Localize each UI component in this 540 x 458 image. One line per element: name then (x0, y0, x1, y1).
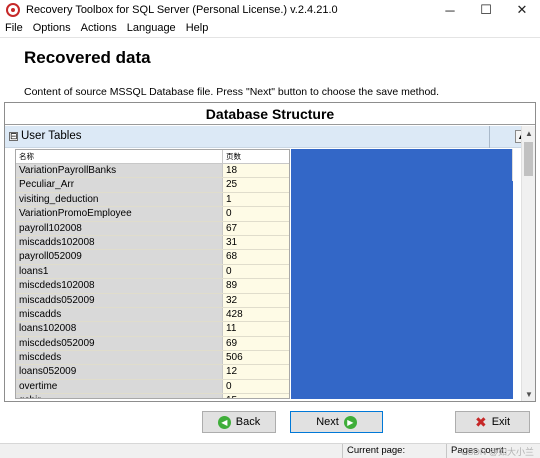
table-name-cell[interactable]: miscdeds102008 (16, 279, 223, 293)
minimize-button[interactable]: ─ (432, 0, 468, 20)
page-count-cell[interactable]: 506 (223, 351, 289, 365)
exit-button[interactable]: ✖ Exit (455, 411, 530, 433)
menu-help[interactable]: Help (181, 22, 214, 34)
table-name-cell[interactable]: payroll102008 (16, 221, 223, 235)
scroll-thumb[interactable] (524, 142, 533, 176)
panel-title: Database Structure (5, 103, 535, 125)
table-name-cell[interactable]: miscadds (16, 307, 223, 322)
back-arrow-icon: ◀ (217, 415, 231, 429)
grid-body: VariationPayrollBanks 18 Peculiar_Arr 25 vis… (16, 164, 289, 398)
page-title: Recovered data (24, 48, 151, 67)
table-row[interactable]: loans1 0 (16, 264, 289, 280)
table-row[interactable]: loans052009 12 (16, 365, 289, 380)
close-button[interactable]: ✕ (504, 0, 540, 20)
scroll-down-icon[interactable]: ▼ (522, 387, 536, 401)
table-name-cell[interactable]: visiting_deduction (16, 192, 223, 207)
table-row[interactable]: Peculiar_Arr 25 (16, 178, 289, 193)
page-description: Content of source MSSQL Database file. P… (24, 86, 440, 98)
database-structure-panel: Database Structure ⊟ User Tables ▲ 名称 页数… (4, 102, 536, 402)
table-row[interactable]: visiting_deduction 1 (16, 192, 289, 208)
table-row[interactable]: loans102008 11 (16, 322, 289, 337)
table-name-cell[interactable]: payroll052009 (16, 250, 223, 264)
table-row[interactable]: payroll052009 68 (16, 250, 289, 265)
back-button[interactable]: ◀ Back (202, 411, 276, 433)
inner-scrollbar[interactable] (512, 149, 513, 181)
page-count-cell[interactable]: 89 (223, 279, 289, 293)
expander-minus-icon[interactable]: ⊟ (9, 131, 18, 141)
table-row[interactable]: payroll102008 67 (16, 221, 289, 236)
group-divider (489, 126, 490, 148)
group-label[interactable]: ⊟ User Tables (9, 130, 82, 142)
column-header-pages[interactable]: 页数 (223, 150, 289, 163)
column-header-name[interactable]: 名称 (16, 150, 223, 163)
menu-file[interactable]: File (0, 22, 28, 34)
table-area: 名称 页数 VariationPayrollBanks 18 Peculiar_Ar… (15, 149, 513, 399)
menu-bar: File Options Actions Language Help (0, 20, 540, 36)
current-page-status: Current page: (342, 444, 445, 458)
table-row[interactable]: miscadds102008 31 (16, 235, 289, 251)
page-count-cell[interactable]: 68 (223, 250, 289, 264)
grid-header: 名称 页数 (16, 150, 289, 164)
page-count-cell[interactable]: 15 (223, 394, 289, 398)
table-row[interactable]: miscdeds102008 89 (16, 279, 289, 294)
table-row[interactable]: miscadds 428 (16, 307, 289, 323)
table-name-cell[interactable]: loans052009 (16, 365, 223, 379)
window-controls: ─ ☐ ✕ (432, 0, 540, 20)
exit-x-icon: ✖ (474, 413, 487, 430)
page-count-cell[interactable]: 428 (223, 307, 289, 322)
next-arrow-icon: ▶ (343, 415, 357, 429)
next-button-label: Next (316, 416, 339, 428)
table-name-cell[interactable]: overtime (16, 379, 223, 394)
tables-grid[interactable]: 名称 页数 VariationPayrollBanks 18 Peculiar_Ar… (15, 149, 290, 399)
page-count-cell[interactable]: 31 (223, 235, 289, 250)
table-name-cell[interactable]: miscadds102008 (16, 235, 223, 250)
table-row[interactable]: miscdeds 506 (16, 351, 289, 366)
table-row[interactable]: gcbir15 (16, 394, 289, 398)
table-name-cell[interactable]: miscdeds (16, 351, 223, 365)
page-count-cell[interactable]: 11 (223, 322, 289, 336)
scroll-up-icon[interactable]: ▲ (522, 126, 536, 140)
title-bar: Recovery Toolbox for SQL Server (Persona… (0, 0, 540, 20)
table-name-cell[interactable]: miscadds052009 (16, 293, 223, 307)
page-count-cell[interactable]: 25 (223, 178, 289, 192)
table-row[interactable]: VariationPromoEmployee 0 (16, 207, 289, 222)
table-row[interactable]: overtime 0 (16, 379, 289, 395)
page-count-cell[interactable]: 12 (223, 365, 289, 379)
page-count-cell[interactable]: 69 (223, 336, 289, 351)
menu-actions[interactable]: Actions (76, 22, 122, 34)
group-label-text: User Tables (21, 130, 82, 142)
table-row[interactable]: VariationPayrollBanks 18 (16, 164, 289, 179)
page-count-cell[interactable]: 1 (223, 192, 289, 207)
back-button-label: Back (235, 416, 261, 428)
table-name-cell[interactable]: loans1 (16, 264, 223, 279)
table-name-cell[interactable]: loans102008 (16, 322, 223, 336)
maximize-button[interactable]: ☐ (468, 0, 504, 20)
table-name-cell[interactable]: miscdeds052009 (16, 336, 223, 351)
table-row[interactable]: miscdeds052009 69 (16, 336, 289, 352)
menu-options[interactable]: Options (28, 22, 76, 34)
page-count-cell[interactable]: 32 (223, 293, 289, 307)
table-name-cell[interactable]: VariationPromoEmployee (16, 207, 223, 221)
page-count-cell[interactable]: 67 (223, 221, 289, 235)
app-logo-icon (6, 3, 20, 17)
menu-language[interactable]: Language (122, 22, 181, 34)
wizard-header: Recovered data Content of source MSSQL D… (0, 37, 540, 102)
user-tables-group[interactable]: ⊟ User Tables ▲ (5, 126, 535, 148)
page-count-cell[interactable]: 0 (223, 264, 289, 279)
selection-preview-area (291, 149, 513, 399)
table-name-cell[interactable]: VariationPayrollBanks (16, 164, 223, 178)
window-title: Recovery Toolbox for SQL Server (Persona… (26, 4, 338, 16)
page-count-cell[interactable]: 0 (223, 379, 289, 394)
exit-button-label: Exit (491, 416, 511, 428)
table-name-cell[interactable]: gcbir (16, 394, 223, 398)
status-bar: Current page: Pages count: CSDN @如大小兰 (0, 443, 540, 458)
page-count-cell[interactable]: 0 (223, 207, 289, 221)
next-button[interactable]: Next ▶ (290, 411, 383, 433)
watermark: CSDN @如大小兰 (460, 447, 534, 457)
page-count-cell[interactable]: 18 (223, 164, 289, 178)
vertical-scrollbar[interactable]: ▲ ▼ (521, 126, 535, 401)
table-name-cell[interactable]: Peculiar_Arr (16, 178, 223, 192)
table-row[interactable]: miscadds052009 32 (16, 293, 289, 308)
